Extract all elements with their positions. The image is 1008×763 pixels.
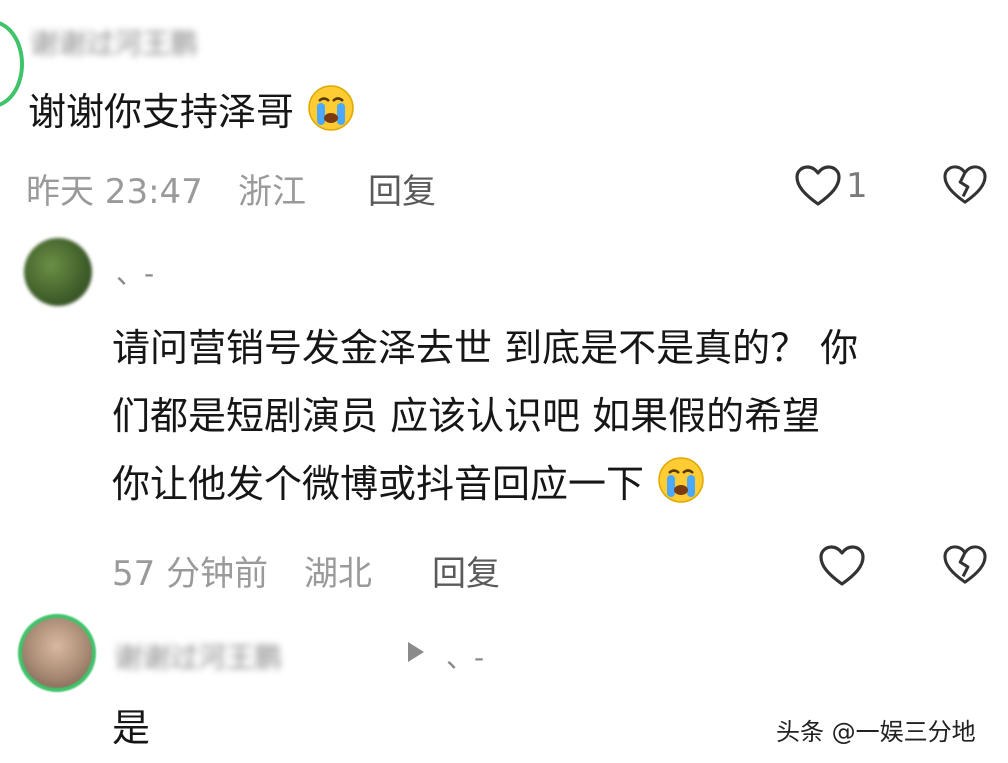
comment-text-line: 请问营销号发金泽去世 到底是不是真的？ 你 <box>112 326 859 370</box>
avatar[interactable] <box>24 238 92 306</box>
comment-text: 请问营销号发金泽去世 到底是不是真的？ 你 们都是短剧演员 应该认识吧 如果假的… <box>112 314 858 518</box>
broken-heart-icon <box>943 165 987 204</box>
avatar[interactable] <box>18 614 96 692</box>
heart-icon <box>795 165 841 206</box>
comment-text: 谢谢你支持泽哥 <box>28 78 356 146</box>
comment-author[interactable]: 、- <box>116 252 154 292</box>
comment-author[interactable]: 谢谢过河王鹏 <box>30 22 198 62</box>
broken-heart-icon <box>943 545 987 584</box>
reply-arrow-icon <box>408 642 424 662</box>
comment-author[interactable]: 谢谢过河王鹏 <box>114 636 282 676</box>
avatar[interactable] <box>0 20 24 108</box>
like-count: 1 <box>846 166 868 206</box>
watermark: 头条 @一娱三分地 <box>776 718 976 746</box>
comment-text-line: 们都是短剧演员 应该认识吧 如果假的希望 <box>112 394 821 438</box>
reply-to-author[interactable]: 、- <box>446 636 484 676</box>
reply-button[interactable]: 回复 <box>432 546 500 595</box>
dislike-button[interactable] <box>942 164 988 210</box>
comment-text-line: 你让他发个微博或抖音回应一下 <box>112 450 858 518</box>
reply-button[interactable]: 回复 <box>368 164 436 213</box>
heart-icon <box>819 545 865 586</box>
comment-text-content: 你让他发个微博或抖音回应一下 <box>112 462 645 506</box>
like-button[interactable] <box>818 544 866 592</box>
comment-time: 昨天 23:47 <box>26 172 203 212</box>
comment-location: 湖北 <box>304 554 372 594</box>
comment-location: 浙江 <box>238 172 306 212</box>
comment-text-content: 谢谢你支持泽哥 <box>28 90 295 134</box>
comment-time: 57 分钟前 <box>112 554 269 594</box>
crying-emoji-icon <box>658 457 704 503</box>
comment-text: 是 <box>112 706 151 750</box>
like-button[interactable]: 1 <box>794 160 868 212</box>
crying-emoji-icon <box>308 85 354 131</box>
dislike-button[interactable] <box>942 544 988 590</box>
